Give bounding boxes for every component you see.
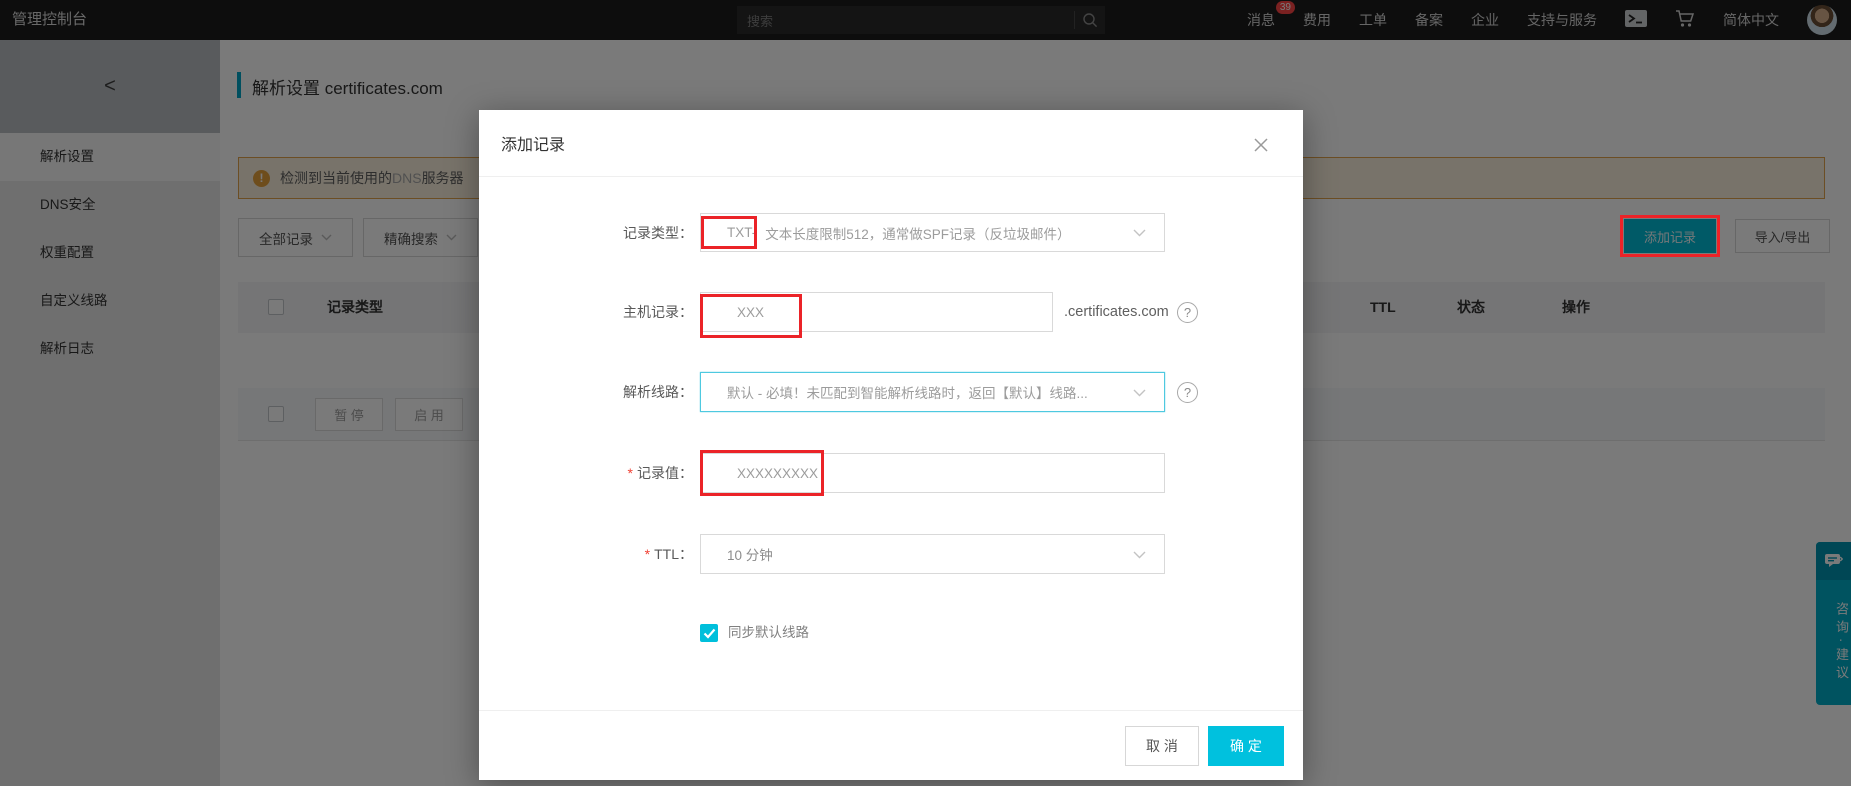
chevron-down-icon [1133, 385, 1146, 400]
checkmark-icon [703, 628, 715, 639]
ttl-label: * TTL： [479, 534, 693, 574]
host-record-label: 主机记录： [623, 304, 693, 320]
record-type-value-highlight: TXT- [727, 225, 757, 240]
app-window: 管理控制台 搜索 消息 39 费用 工单 备案 企业 支持与服务 简体中文 [0, 0, 1851, 786]
ttl-select[interactable]: 10 分钟 [700, 534, 1165, 574]
close-icon[interactable] [1251, 135, 1271, 155]
resolution-line-value: 默认 - 必填！未匹配到智能解析线路时，返回【默认】线路... [727, 386, 1088, 401]
sync-default-line-checkbox[interactable] [700, 624, 718, 642]
chevron-down-icon [1133, 547, 1146, 562]
host-record-input[interactable]: XXX [700, 292, 1053, 332]
record-value-label: * 记录值： [479, 453, 693, 493]
resolution-line-select[interactable]: 默认 - 必填！未匹配到智能解析线路时，返回【默认】线路... [700, 372, 1165, 412]
modal-footer-divider [479, 710, 1303, 711]
record-value-label-text: 记录值： [637, 465, 693, 481]
confirm-button[interactable]: 确 定 [1208, 726, 1284, 766]
chevron-down-icon [1133, 225, 1146, 240]
record-value-input[interactable]: XXXXXXXXX [700, 453, 1165, 493]
record-type-value-rest: 文本长度限制512，通常做SPF记录（反垃圾邮件） [765, 226, 1071, 242]
cancel-button[interactable]: 取 消 [1125, 726, 1199, 766]
line-help-icon[interactable]: ? [1177, 382, 1198, 403]
host-help-icon[interactable]: ? [1177, 302, 1198, 323]
record-type-label: 记录类型： [623, 225, 693, 241]
modal-title: 添加记录 [479, 110, 1303, 177]
required-asterisk: * [627, 465, 633, 481]
ttl-value: 10 分钟 [727, 548, 773, 563]
domain-suffix: .certificates.com [1064, 304, 1169, 320]
add-record-modal: 添加记录 记录类型： TXT- 文本长度限制512，通常做SPF记录（反垃圾邮件… [479, 110, 1303, 780]
resolution-line-label: 解析线路： [623, 384, 693, 400]
sync-default-line-label: 同步默认线路 [728, 625, 809, 640]
record-type-select[interactable]: TXT- 文本长度限制512，通常做SPF记录（反垃圾邮件） [700, 213, 1165, 252]
ttl-label-text: TTL： [654, 546, 693, 562]
required-asterisk: * [644, 546, 651, 562]
